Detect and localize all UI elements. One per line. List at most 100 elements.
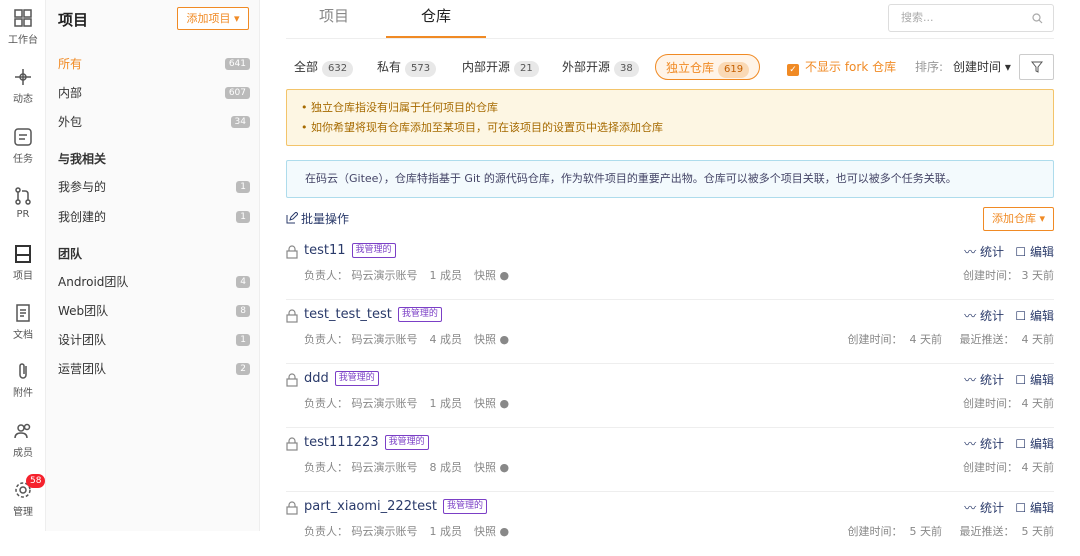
nav-rail: 工作台 动态 任务 PR 项目 文档 附件 成员 58 管理 xyxy=(0,0,46,531)
rail-label: 文档 xyxy=(13,330,33,341)
count-badge: 1 xyxy=(236,181,250,193)
warning-line: • 独立仓库指没有归属于任何项目的仓库 xyxy=(301,101,498,114)
rail-activity[interactable]: 动态 xyxy=(0,67,46,105)
count-badge: 607 xyxy=(224,87,250,99)
project-sidebar: 项目 添加项目 ▾ 所有 641 内部 607 外包 34 与我相关 我参与的 1 我创… xyxy=(46,0,260,531)
stats-link[interactable]: 〰 统计 xyxy=(964,501,1004,515)
batch-label: 批量操作 xyxy=(301,212,350,226)
rail-projects[interactable]: 项目 xyxy=(0,244,46,282)
sidebar-item-team[interactable]: 运营团队 2 xyxy=(58,359,250,379)
filter-count: 632 xyxy=(322,61,354,77)
add-project-button[interactable]: 添加项目 ▾ xyxy=(177,7,249,30)
sidebar-item-internal[interactable]: 内部 607 xyxy=(58,83,250,103)
filter-button[interactable] xyxy=(1019,54,1054,80)
rail-dashboard[interactable]: 工作台 xyxy=(0,8,46,46)
filter-label: 外部开源 xyxy=(562,60,611,74)
sidebar-item-team[interactable]: 设计团队 1 xyxy=(58,330,250,350)
edit-link[interactable]: ☐ 编辑 xyxy=(1015,437,1054,451)
sidebar-item-created[interactable]: 我创建的 1 xyxy=(58,207,250,227)
repo-time: 创建时间： 5 天前 最近推送： 5 天前 xyxy=(847,525,1054,538)
funnel-icon xyxy=(1031,61,1043,73)
repo-name-link[interactable]: ddd 我管理的 xyxy=(304,371,379,386)
search-input[interactable]: 搜索... xyxy=(888,4,1054,32)
admin-tag: 我管理的 xyxy=(384,435,429,450)
search-placeholder: 搜索... xyxy=(901,11,934,24)
repo-time: 创建时间： 4 天前 xyxy=(963,397,1054,410)
repo-row[interactable]: test_test_test 我管理的 负责人： 码云演示账号 4 成员 快照 ● 〰… xyxy=(286,300,1054,364)
edit-link[interactable]: ☐ 编辑 xyxy=(1015,373,1054,387)
repo-meta: 负责人： 码云演示账号 1 成员 快照 ● xyxy=(304,523,521,539)
repo-owner: 负责人： 码云演示账号 xyxy=(304,525,418,538)
rail-attachments[interactable]: 附件 xyxy=(0,361,46,399)
rail-label: 工作台 xyxy=(8,35,38,46)
repo-row[interactable]: test11 我管理的 负责人： 码云演示账号 1 成员 快照 ● 〰 统计 ☐ 编辑… xyxy=(286,236,1054,300)
repo-name-link[interactable]: test_test_test 我管理的 xyxy=(304,307,442,322)
rail-label: 任务 xyxy=(13,154,33,165)
stats-link[interactable]: 〰 统计 xyxy=(964,309,1004,323)
edit-label: 编辑 xyxy=(1029,437,1054,451)
filter-independent[interactable]: 独立仓库 619 xyxy=(655,54,761,80)
stats-link[interactable]: 〰 统计 xyxy=(964,373,1004,387)
sidebar-item-team[interactable]: Web团队 8 xyxy=(58,301,250,321)
sidebar-item-participated[interactable]: 我参与的 1 xyxy=(58,177,250,197)
rail-label: 管理 xyxy=(13,507,33,518)
edit-label: 编辑 xyxy=(1029,501,1054,515)
sidebar-item-label: 我创建的 xyxy=(58,210,107,224)
rail-pr[interactable]: PR xyxy=(0,186,46,220)
stats-link[interactable]: 〰 统计 xyxy=(964,437,1004,451)
repo-name-link[interactable]: part_xiaomi_222test 我管理的 xyxy=(304,499,487,514)
count-badge: 1 xyxy=(236,334,250,346)
edit-link[interactable]: ☐ 编辑 xyxy=(1015,245,1054,259)
filter-internal-open[interactable]: 内部开源 21 xyxy=(462,54,539,80)
repo-name-link[interactable]: test11 我管理的 xyxy=(304,243,396,258)
members-icon xyxy=(14,423,31,439)
repo-snapshot: 快照 ● xyxy=(474,269,510,282)
checkbox-checked-icon: ✓ xyxy=(787,64,799,76)
repo-name-link[interactable]: test111223 我管理的 xyxy=(304,435,429,450)
sidebar-item-team[interactable]: Android团队 4 xyxy=(58,272,250,292)
repo-members: 8 成员 xyxy=(429,461,463,474)
sidebar-item-all[interactable]: 所有 641 xyxy=(58,54,250,74)
repo-meta: 负责人： 码云演示账号 4 成员 快照 ● xyxy=(304,331,521,347)
lock-icon xyxy=(286,501,298,515)
edit-link[interactable]: ☐ 编辑 xyxy=(1015,309,1054,323)
sidebar-item-label: 外包 xyxy=(58,115,83,129)
repo-snapshot: 快照 ● xyxy=(474,397,510,410)
sidebar-item-label: Web团队 xyxy=(58,304,109,318)
rail-label: PR xyxy=(16,209,30,220)
attachment-icon xyxy=(19,363,27,379)
filter-all[interactable]: 全部 632 xyxy=(294,54,354,80)
main-content: 项目 仓库 搜索... 全部 632 私有 573 内部开源 21 外部开源 38 独立… xyxy=(261,0,1080,538)
count-badge: 1 xyxy=(236,211,250,223)
lock-icon xyxy=(286,373,298,387)
rail-members[interactable]: 成员 xyxy=(0,421,46,459)
rail-label: 附件 xyxy=(13,388,33,399)
repo-meta: 负责人： 码云演示账号 8 成员 快照 ● xyxy=(304,459,521,475)
rail-docs[interactable]: 文档 xyxy=(0,303,46,341)
hide-fork-checkbox[interactable]: ✓ 不显示 fork 仓库 xyxy=(787,54,896,80)
repo-row[interactable]: ddd 我管理的 负责人： 码云演示账号 1 成员 快照 ● 〰 统计 ☐ 编辑 创建… xyxy=(286,364,1054,428)
sidebar-item-outsourced[interactable]: 外包 34 xyxy=(58,112,250,132)
rail-settings[interactable]: 58 管理 xyxy=(0,474,46,518)
stats-link[interactable]: 〰 统计 xyxy=(964,245,1004,259)
sidebar-item-label: Android团队 xyxy=(58,275,129,289)
lock-icon xyxy=(286,437,298,451)
filter-private[interactable]: 私有 573 xyxy=(377,54,437,80)
tab-repos[interactable]: 仓库 xyxy=(386,0,486,38)
filter-count: 38 xyxy=(614,61,639,77)
stats-label: 统计 xyxy=(979,309,1004,323)
tab-projects[interactable]: 项目 xyxy=(319,0,349,38)
count-badge: 2 xyxy=(236,363,250,375)
filter-external-open[interactable]: 外部开源 38 xyxy=(562,54,639,80)
repo-row[interactable]: test111223 我管理的 负责人： 码云演示账号 8 成员 快照 ● 〰 统计 … xyxy=(286,428,1054,492)
lock-icon xyxy=(286,245,298,259)
edit-link[interactable]: ☐ 编辑 xyxy=(1015,501,1054,515)
stats-label: 统计 xyxy=(979,437,1004,451)
batch-operation-link[interactable]: 批量操作 xyxy=(286,210,349,227)
admin-tag: 我管理的 xyxy=(334,371,379,386)
sort-dropdown[interactable]: 创建时间 ▾ xyxy=(953,54,1011,80)
edit-icon xyxy=(286,211,299,224)
rail-tasks[interactable]: 任务 xyxy=(0,127,46,165)
repo-row[interactable]: part_xiaomi_222test 我管理的 负责人： 码云演示账号 1 成员快… xyxy=(286,492,1054,556)
add-repo-button[interactable]: 添加仓库 ▾ xyxy=(983,207,1054,231)
